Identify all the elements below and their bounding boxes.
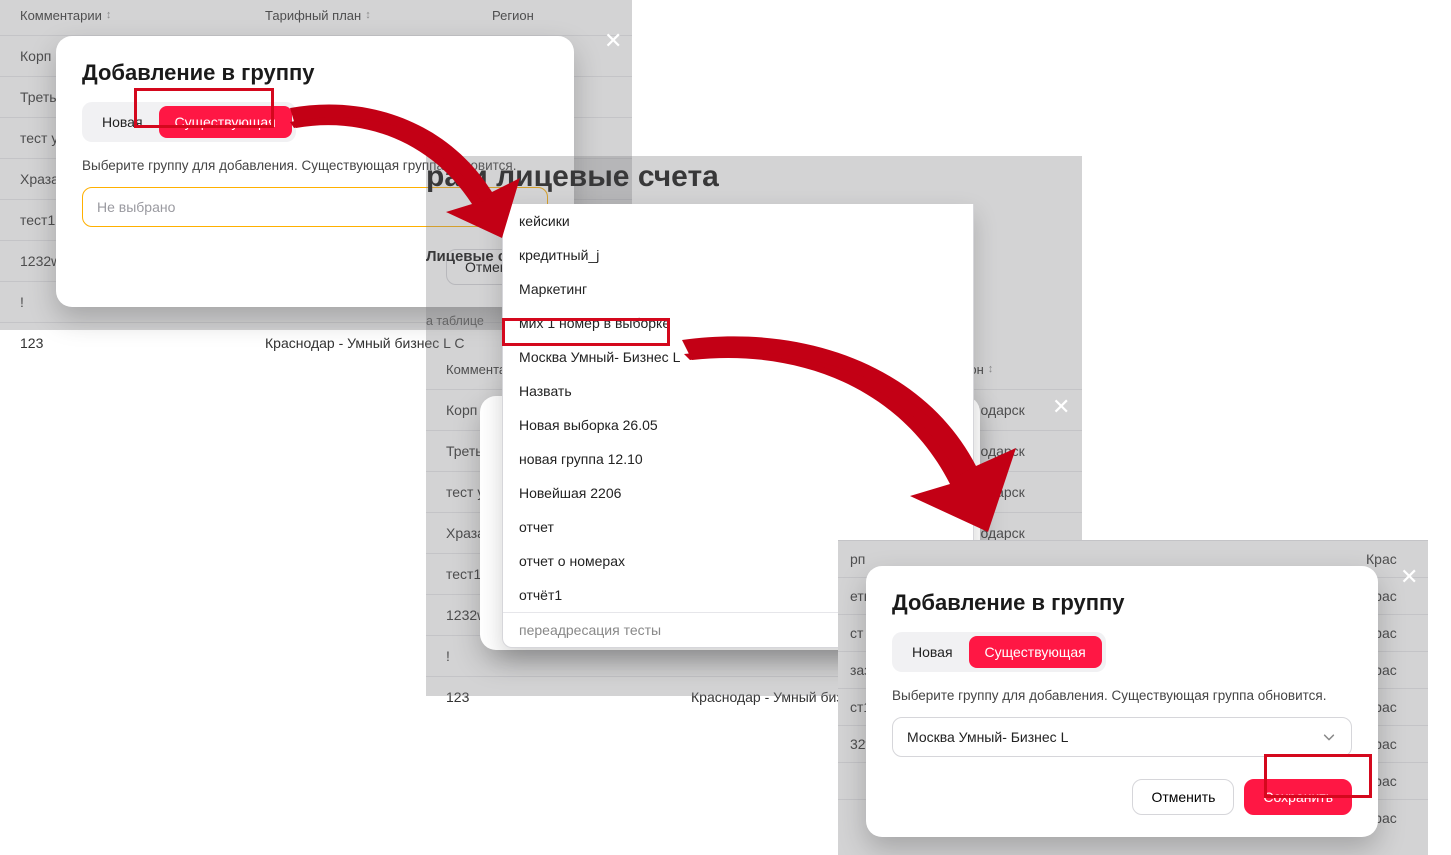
select-placeholder: Не выбрано xyxy=(97,199,175,215)
select-value: Москва Умный- Бизнес L xyxy=(907,729,1068,745)
close-icon[interactable]: ✕ xyxy=(604,30,622,52)
seg-existing[interactable]: Существующая xyxy=(969,636,1102,668)
dropdown-item[interactable]: отчет xyxy=(503,510,973,544)
dropdown-item[interactable]: мих 1 номер в выборке xyxy=(503,306,973,340)
dropdown-item[interactable]: кейсики xyxy=(503,204,973,238)
dropdown-item[interactable]: Новая выборка 26.05 xyxy=(503,408,973,442)
dropdown-item[interactable]: Москва Умный- Бизнес L xyxy=(503,340,973,374)
dropdown-item[interactable]: кредитный_j xyxy=(503,238,973,272)
modal-title: Добавление в группу xyxy=(82,60,548,86)
save-button[interactable]: Сохранить xyxy=(1244,779,1352,815)
stage3-modal: Добавление в группу Новая Существующая В… xyxy=(866,566,1378,837)
cell-comments: 123 xyxy=(20,335,265,351)
cancel-button[interactable]: Отменить xyxy=(1132,779,1234,815)
seg-existing[interactable]: Существующая xyxy=(159,106,292,138)
group-select[interactable]: Москва Умный- Бизнес L xyxy=(892,717,1352,757)
close-icon[interactable]: ✕ xyxy=(1052,396,1070,418)
dropdown-item[interactable]: Маркетинг xyxy=(503,272,973,306)
group-type-segment: Новая Существующая xyxy=(892,632,1106,672)
close-icon[interactable]: ✕ xyxy=(1400,566,1418,588)
seg-new[interactable]: Новая xyxy=(86,106,159,138)
group-type-segment: Новая Существующая xyxy=(82,102,296,142)
dropdown-item[interactable]: Назвать xyxy=(503,374,973,408)
modal-title: Добавление в группу xyxy=(892,590,1352,616)
modal-hint: Выберите группу для добавления. Существу… xyxy=(892,688,1352,703)
dropdown-item[interactable]: новая группа 12.10 xyxy=(503,442,973,476)
chevron-down-icon xyxy=(1321,729,1337,745)
dropdown-item[interactable]: Новейшая 2206 xyxy=(503,476,973,510)
seg-new[interactable]: Новая xyxy=(896,636,969,668)
